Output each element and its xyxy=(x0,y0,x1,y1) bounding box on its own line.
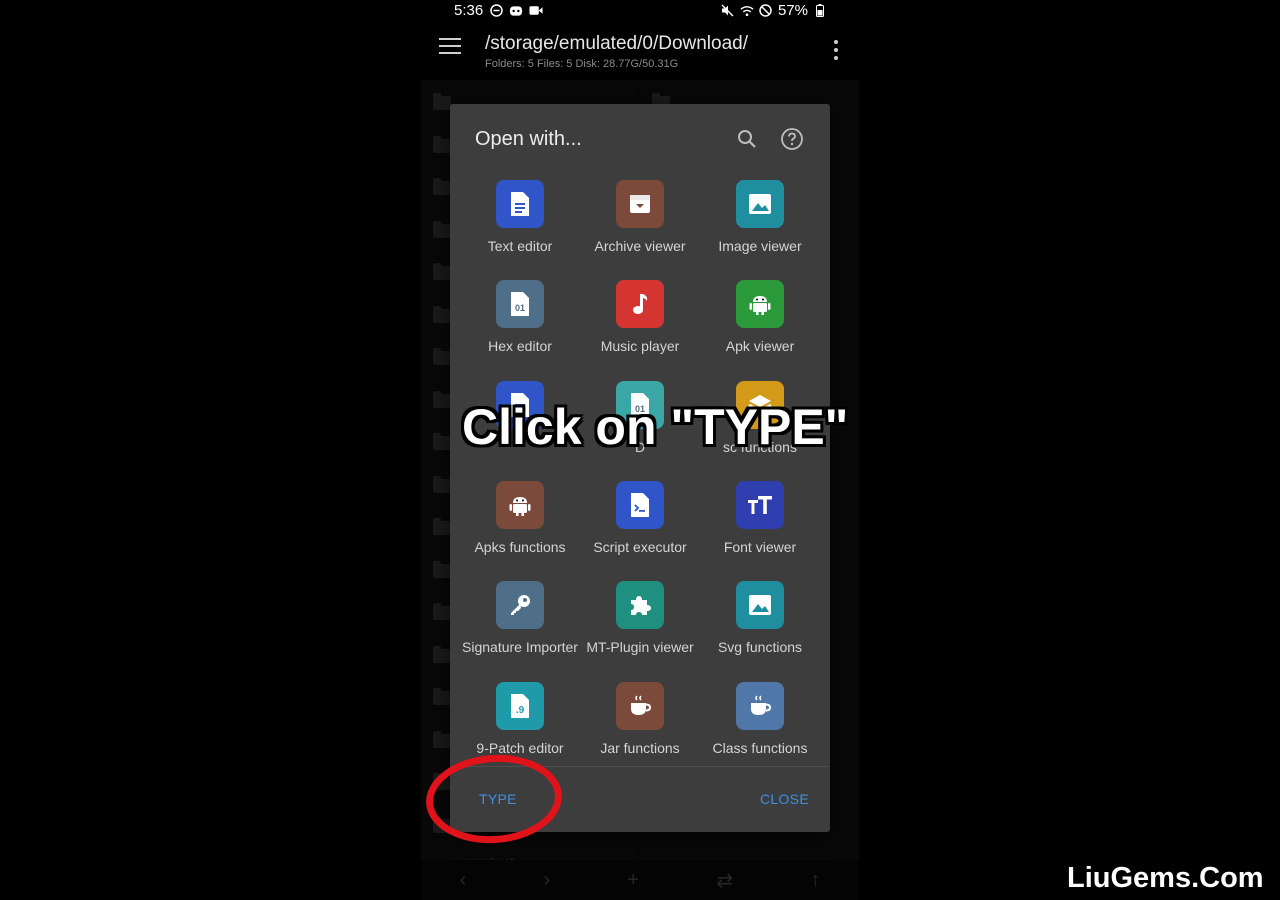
status-bar: 5:36 57% xyxy=(421,0,859,22)
app-option[interactable]: Archive viewer xyxy=(580,176,700,276)
puzzle-icon xyxy=(616,581,664,630)
app-option-label: MT-Plugin viewer xyxy=(586,639,694,656)
close-button[interactable]: CLOSE xyxy=(760,791,809,807)
app-option[interactable]: Apk viewer xyxy=(700,276,820,376)
app-option[interactable]: MT-Plugin viewer xyxy=(580,577,700,677)
battery-percent: 57% xyxy=(777,2,808,19)
dialog-title: Open with... xyxy=(475,128,582,150)
status-time: 5:36 xyxy=(454,2,484,19)
app-option[interactable]: Class functions xyxy=(700,678,820,778)
script-icon xyxy=(616,480,664,529)
current-path: /storage/emulated/0/Download/ xyxy=(485,33,748,54)
app-option-label: 9-Patch editor xyxy=(476,739,564,756)
android-icon xyxy=(496,480,544,529)
open-with-dialog: Open with... Text editor Archive viewer Im… xyxy=(450,104,830,832)
key-icon xyxy=(496,581,544,630)
app-option-label: Class functions xyxy=(712,739,808,756)
app-option[interactable]: Script executor xyxy=(580,477,700,577)
app-option-label: Archive viewer xyxy=(594,238,686,254)
app-option[interactable]: Jar functions xyxy=(580,678,700,778)
app-option-label: Apks functions xyxy=(474,538,566,555)
nine-patch-icon: .9 xyxy=(496,681,544,730)
app-option[interactable]: Svg functions xyxy=(700,577,820,677)
app-option-label: Signature Importer xyxy=(462,639,578,656)
cup-icon xyxy=(616,681,664,730)
search-icon[interactable] xyxy=(736,128,758,150)
video-icon xyxy=(529,4,543,18)
app-option[interactable]: Image viewer xyxy=(700,176,820,276)
app-option[interactable]: Signature Importer xyxy=(460,577,580,677)
app-option-label: Script executor xyxy=(593,538,687,555)
mute-icon xyxy=(721,4,735,18)
app-option[interactable]: Music player xyxy=(580,276,700,376)
app-option[interactable]: Apks functions xyxy=(460,477,580,577)
music-icon xyxy=(616,280,664,329)
overflow-menu-icon[interactable] xyxy=(833,40,839,60)
hex-icon: 01 xyxy=(496,280,544,329)
app-bar: /storage/emulated/0/Download/ Folders: 5… xyxy=(421,22,859,80)
app-option[interactable]: Font viewer xyxy=(700,477,820,577)
dnd-icon xyxy=(489,4,503,18)
app-option[interactable]: 01 Hex editor xyxy=(460,276,580,376)
image-icon xyxy=(736,581,784,630)
instruction-caption: Click on "TYPE" xyxy=(462,399,849,455)
watermark: LiuGems.Com xyxy=(1067,862,1264,894)
app-option-label: Jar functions xyxy=(600,739,680,756)
menu-icon[interactable] xyxy=(439,38,461,56)
discord-icon xyxy=(509,4,523,18)
wifi-icon xyxy=(740,4,754,18)
block-icon xyxy=(759,4,773,18)
path-info: Folders: 5 Files: 5 Disk: 28.77G/50.31G xyxy=(485,58,679,70)
app-option-label: Music player xyxy=(600,338,680,355)
text-editor-icon xyxy=(496,180,544,228)
app-option-label: Hex editor xyxy=(488,338,552,355)
image-icon xyxy=(736,180,784,228)
archive-icon xyxy=(616,180,664,228)
svg-text:01: 01 xyxy=(515,303,525,313)
app-option[interactable]: Text editor xyxy=(460,176,580,276)
app-option-label: Font viewer xyxy=(723,538,797,555)
cup-icon xyxy=(736,681,784,730)
battery-icon xyxy=(813,4,827,18)
app-option-label: Text editor xyxy=(487,238,553,254)
app-option-label: Svg functions xyxy=(717,639,803,656)
app-option-label: Apk viewer xyxy=(725,338,795,355)
help-icon[interactable] xyxy=(780,127,804,151)
android-icon xyxy=(736,280,784,329)
app-option-label: Image viewer xyxy=(718,238,802,254)
font-icon xyxy=(736,480,784,529)
svg-text:.9: .9 xyxy=(516,705,525,716)
